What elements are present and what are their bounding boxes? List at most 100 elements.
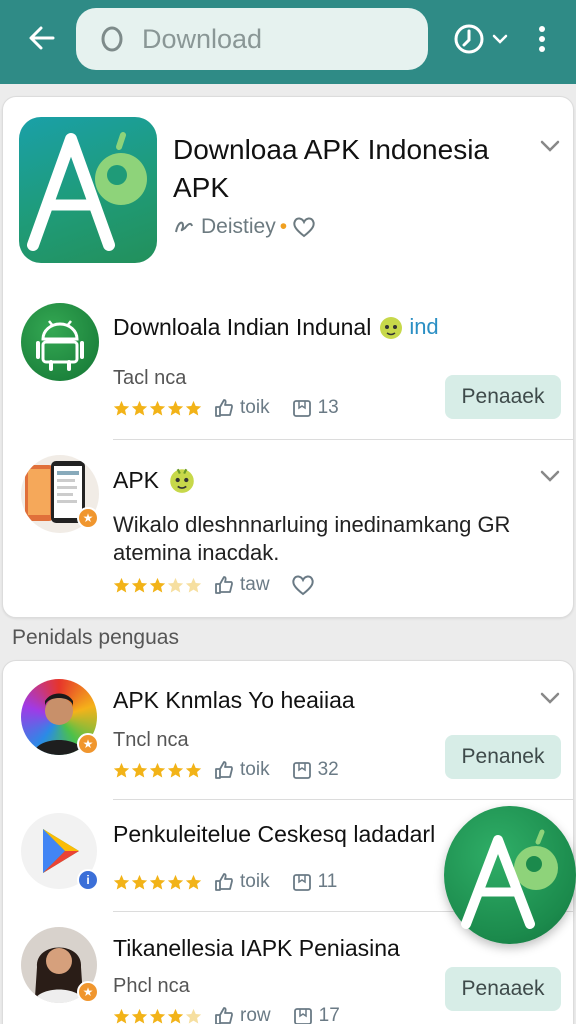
package-icon bbox=[293, 1008, 312, 1024]
badge-info-icon: i bbox=[77, 869, 99, 891]
results-card: Downloaa APK Indonesia APK Deistiey • Do… bbox=[2, 96, 574, 618]
download-meta: toik 13 bbox=[202, 397, 339, 419]
star-icon bbox=[185, 1008, 202, 1023]
more-vertical-icon bbox=[539, 26, 545, 52]
package-icon bbox=[292, 762, 311, 779]
apk-logo-icon bbox=[27, 132, 147, 251]
star-icon bbox=[167, 577, 184, 592]
download-count: toik bbox=[240, 871, 270, 892]
star-icon bbox=[167, 1008, 184, 1023]
star-icon bbox=[185, 762, 202, 777]
download-count: taw bbox=[240, 574, 270, 595]
badge-star-icon: ★ bbox=[77, 507, 99, 529]
chevron-down-icon[interactable] bbox=[539, 139, 561, 153]
divider bbox=[113, 439, 573, 440]
app-icon-android[interactable] bbox=[21, 303, 99, 381]
app-subtitle: Tncl nca bbox=[113, 729, 189, 751]
rating-stars bbox=[113, 577, 202, 594]
download-meta: toik 11 bbox=[202, 871, 337, 893]
star-icon bbox=[167, 874, 184, 889]
review-count: 32 bbox=[317, 759, 339, 780]
download-count: toik bbox=[240, 397, 270, 418]
history-icon bbox=[454, 24, 484, 54]
star-icon bbox=[131, 874, 148, 889]
package-icon bbox=[292, 400, 311, 417]
badge-star-icon: ★ bbox=[77, 981, 99, 1003]
app-meta-row: taw bbox=[113, 573, 316, 597]
thumbs-up-icon bbox=[215, 399, 233, 417]
apk-logo-icon bbox=[461, 829, 558, 929]
app-subtitle: Tacl nca bbox=[113, 367, 187, 389]
app-meta-row: row 17 bbox=[113, 1005, 340, 1024]
back-button[interactable] bbox=[22, 18, 62, 58]
package-icon bbox=[292, 874, 311, 891]
download-meta: toik 32 bbox=[202, 759, 339, 781]
download-count: row bbox=[240, 1005, 271, 1024]
star-icon bbox=[113, 400, 130, 415]
download-count: toik bbox=[240, 759, 270, 780]
developer-row: Deistiey • bbox=[173, 215, 317, 239]
app-meta-row: toik 11 bbox=[113, 871, 337, 893]
app-row-title[interactable]: APK bbox=[113, 465, 197, 495]
featured-app-icon[interactable] bbox=[19, 117, 157, 263]
heart-icon[interactable] bbox=[291, 215, 317, 239]
mascot-icon bbox=[170, 468, 194, 493]
app-subtitle: Phcl nca bbox=[113, 975, 190, 997]
badge-star-icon: ★ bbox=[77, 733, 99, 755]
chevron-down-icon[interactable] bbox=[539, 691, 561, 705]
thumbs-up-icon bbox=[215, 576, 233, 594]
app-name[interactable]: Penkuleitelue Ceskesq ladadarl bbox=[113, 821, 435, 848]
featured-app-title[interactable]: Downloaa APK Indonesia APK bbox=[173, 131, 513, 207]
star-icon bbox=[167, 762, 184, 777]
chevron-down-icon bbox=[492, 34, 508, 44]
region-tag: ind bbox=[409, 314, 439, 339]
rating-stars bbox=[113, 874, 202, 891]
rating-stars bbox=[113, 400, 202, 417]
heart-icon[interactable] bbox=[290, 573, 316, 597]
app-bar bbox=[0, 0, 576, 84]
install-button[interactable]: Penaaek bbox=[445, 375, 561, 419]
star-icon bbox=[185, 874, 202, 889]
star-icon bbox=[149, 400, 166, 415]
app-name: APK bbox=[113, 466, 160, 493]
mascot-icon bbox=[380, 317, 403, 339]
star-icon bbox=[149, 1008, 166, 1023]
download-meta: taw bbox=[202, 573, 316, 597]
android-icon bbox=[36, 320, 84, 371]
verified-icon bbox=[175, 221, 193, 233]
search-icon bbox=[101, 26, 123, 52]
apk-fab-button[interactable] bbox=[444, 806, 576, 944]
app-name[interactable]: APK Knmlas Yo heaiiaa bbox=[113, 687, 355, 714]
star-icon bbox=[131, 762, 148, 777]
star-icon bbox=[113, 577, 130, 592]
app-meta-row: toik 32 bbox=[113, 759, 339, 781]
section-label: Penidals penguas bbox=[12, 626, 179, 649]
star-icon bbox=[149, 874, 166, 889]
arrow-left-icon bbox=[29, 26, 55, 50]
search-input[interactable] bbox=[142, 23, 402, 55]
star-icon bbox=[185, 400, 202, 415]
rating-stars bbox=[113, 1008, 202, 1024]
app-description: Wikalo dleshnnarluing inedinamkang GR at… bbox=[113, 512, 511, 565]
star-icon bbox=[131, 1008, 148, 1023]
app-meta-row: toik 13 bbox=[113, 397, 339, 419]
star-icon bbox=[167, 400, 184, 415]
app-row-title[interactable]: Downloala Indian Indunal ind bbox=[113, 313, 439, 341]
review-count: 17 bbox=[318, 1005, 340, 1024]
star-icon bbox=[185, 577, 202, 592]
thumbs-up-icon bbox=[215, 1007, 233, 1024]
star-icon bbox=[113, 1008, 130, 1023]
history-button[interactable] bbox=[452, 19, 516, 59]
thumbs-up-icon bbox=[215, 873, 233, 891]
thumbs-up-icon bbox=[215, 761, 233, 779]
app-name: Downloala Indian Indunal bbox=[113, 313, 372, 340]
install-button[interactable]: Penanek bbox=[445, 735, 561, 779]
more-options-button[interactable] bbox=[528, 19, 556, 59]
divider bbox=[113, 799, 573, 800]
install-button[interactable]: Penaaek bbox=[445, 967, 561, 1011]
search-bar[interactable] bbox=[76, 8, 428, 70]
app-name[interactable]: Tikanellesia IAPK Peniasina bbox=[113, 935, 400, 962]
developer-name[interactable]: Deistiey bbox=[201, 215, 276, 239]
chevron-down-icon[interactable] bbox=[539, 469, 561, 483]
rating-stars bbox=[113, 762, 202, 779]
